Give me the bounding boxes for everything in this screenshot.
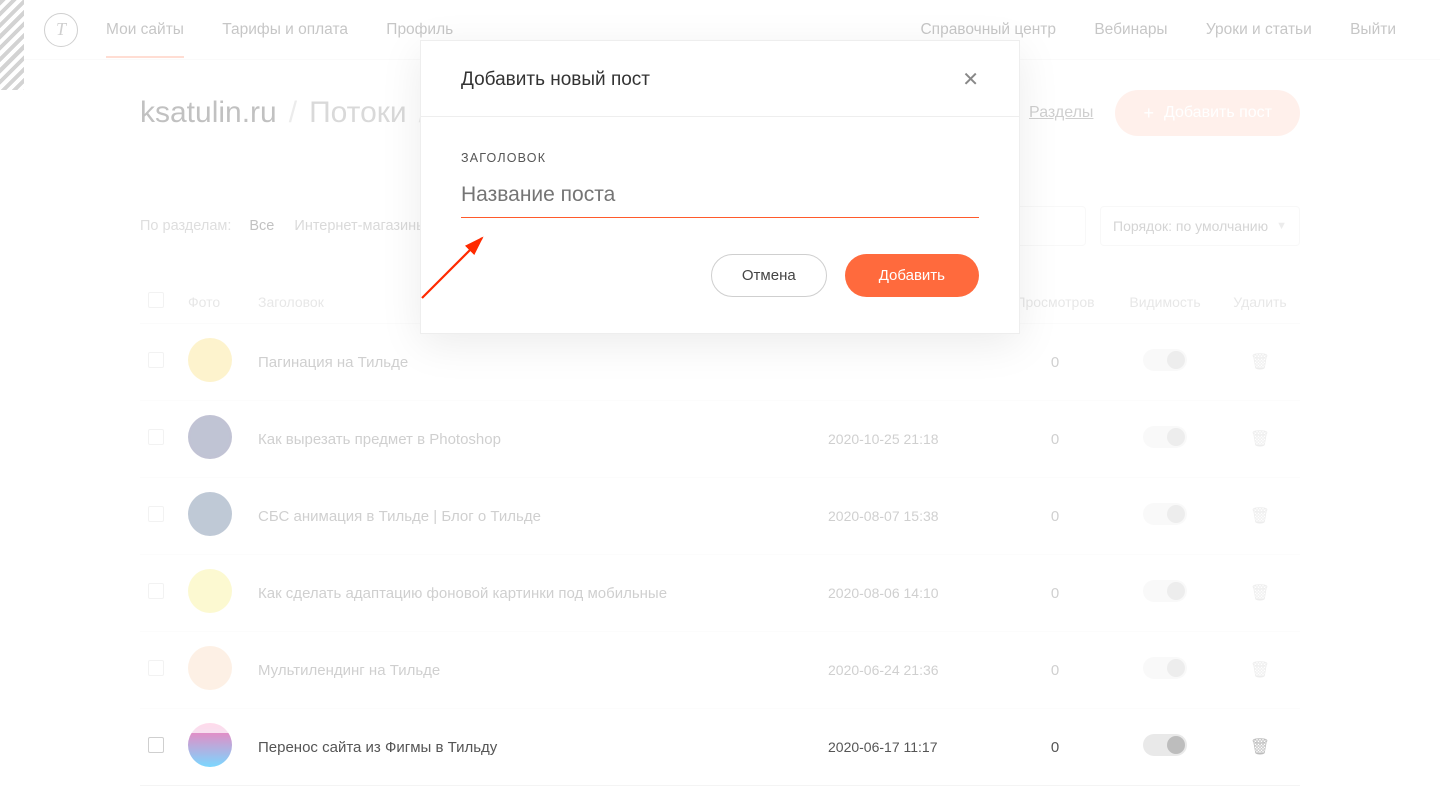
row-checkbox[interactable] (148, 737, 164, 753)
close-icon[interactable]: ✕ (962, 67, 979, 92)
cancel-button[interactable]: Отмена (711, 254, 827, 297)
submit-button[interactable]: Добавить (845, 254, 979, 297)
modal-title: Добавить новый пост (461, 69, 650, 91)
trash-icon[interactable]: 🗑 (1250, 739, 1270, 756)
field-label: ЗАГОЛОВОК (461, 151, 979, 165)
add-post-modal: Добавить новый пост ✕ ЗАГОЛОВОК Отмена Д… (420, 40, 1020, 334)
post-title-input[interactable] (461, 179, 979, 218)
visibility-toggle[interactable] (1143, 734, 1187, 756)
